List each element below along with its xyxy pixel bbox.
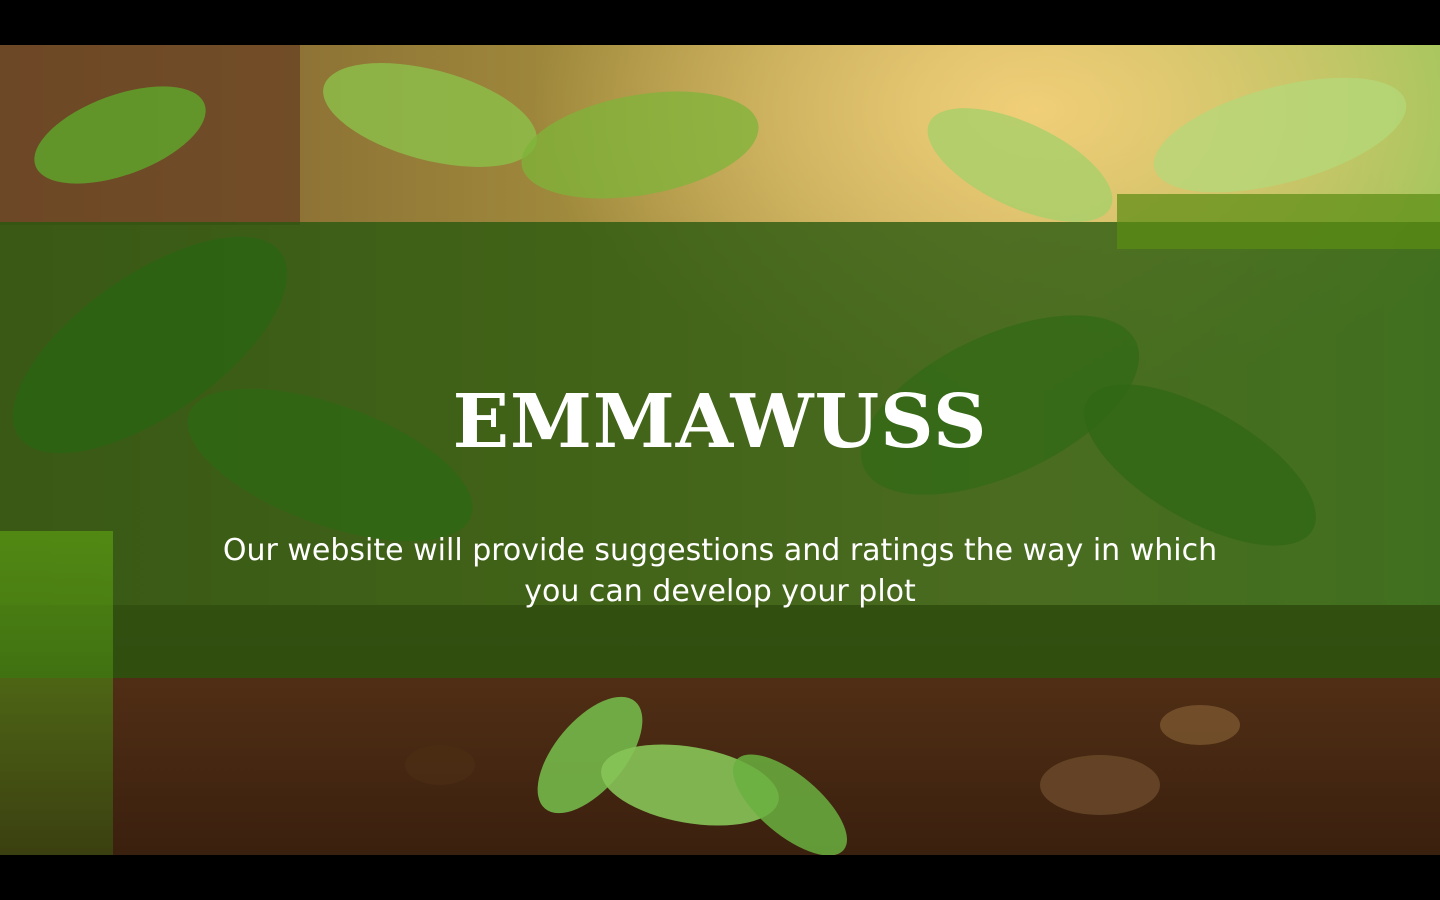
viewport: EMMAWUSS Our website will provide sugges… xyxy=(0,0,1440,900)
accent-bar-top-right xyxy=(1117,194,1440,249)
site-tagline: Our website will provide suggestions and… xyxy=(222,533,1218,609)
hero-slide: EMMAWUSS Our website will provide sugges… xyxy=(0,45,1440,855)
accent-bar-bottom-left xyxy=(0,531,113,855)
site-title: EMMAWUSS xyxy=(452,379,988,465)
